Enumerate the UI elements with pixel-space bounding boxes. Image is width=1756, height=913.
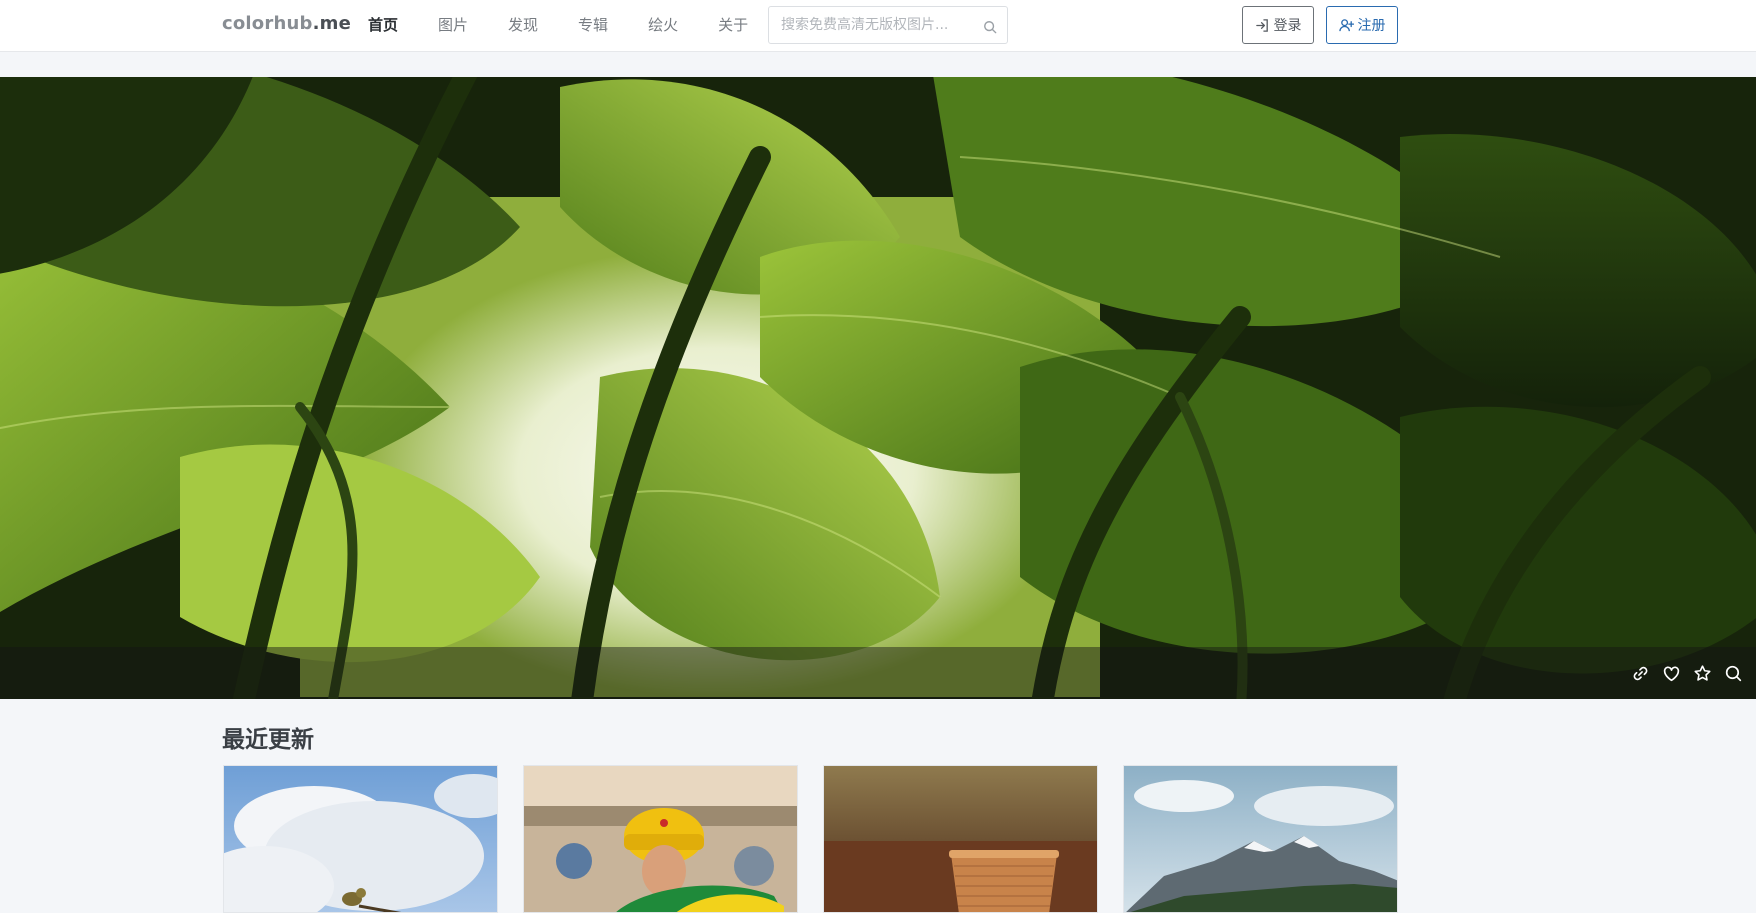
top-navbar: colorhub.me 首页 图片 发现 专辑 绘火 关于 登录 注册 (0, 0, 1756, 52)
image-card[interactable] (223, 765, 498, 913)
hero-image (0, 77, 1756, 699)
image-card[interactable] (523, 765, 798, 913)
hero-banner[interactable] (0, 77, 1756, 699)
nav-home[interactable]: 首页 (368, 0, 398, 52)
star-icon[interactable] (1692, 663, 1713, 684)
login-icon (1255, 18, 1268, 32)
login-label: 登录 (1273, 18, 1302, 34)
nav-about[interactable]: 关于 (718, 0, 748, 52)
nav-albums[interactable]: 专辑 (578, 0, 608, 52)
register-label: 注册 (1357, 18, 1386, 34)
main-nav: 首页 图片 发现 专辑 绘火 关于 (368, 0, 788, 52)
search-icon[interactable] (983, 19, 997, 34)
site-logo[interactable]: colorhub.me (222, 13, 351, 34)
bird-thumbnail (224, 766, 497, 912)
logo-main: colorhub (222, 13, 313, 34)
recent-section-title: 最近更新 (222, 727, 314, 753)
image-card[interactable] (1123, 765, 1398, 913)
nav-huihuo[interactable]: 绘火 (648, 0, 678, 52)
register-button[interactable]: 注册 (1326, 6, 1398, 44)
coffee-thumbnail (824, 766, 1097, 912)
login-button[interactable]: 登录 (1242, 6, 1314, 44)
logo-tld: .me (312, 13, 351, 34)
fan-thumbnail (524, 766, 797, 912)
link-icon[interactable] (1630, 663, 1651, 684)
nav-discover[interactable]: 发现 (508, 0, 538, 52)
add-user-icon (1338, 18, 1354, 31)
search-input[interactable] (769, 7, 975, 43)
nav-images[interactable]: 图片 (438, 0, 468, 52)
zoom-search-icon[interactable] (1723, 663, 1744, 684)
hero-action-bar (0, 647, 1756, 699)
hero-actions (1630, 647, 1744, 699)
image-card[interactable] (823, 765, 1098, 913)
mountain-thumbnail (1124, 766, 1397, 912)
search-box (768, 6, 1008, 44)
heart-icon[interactable] (1661, 663, 1682, 684)
